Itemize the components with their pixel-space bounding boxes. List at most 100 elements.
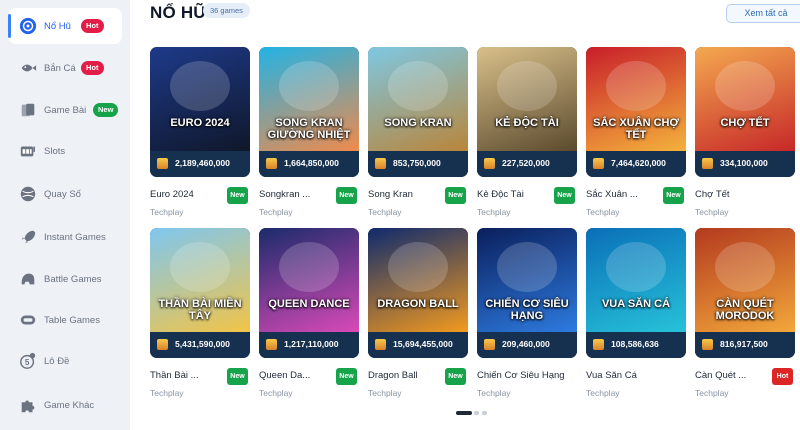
thumbnail-highlight: [279, 242, 339, 292]
game-provider: Techplay: [150, 207, 184, 217]
game-name[interactable]: Chiến Cơ Siêu Hạng: [477, 370, 565, 381]
jackpot-amount: 5,431,590,000: [175, 339, 230, 349]
game-thumbnail: CÀN QUÉT MORODOK: [695, 228, 795, 332]
section-title: NỔ HŨ: [150, 3, 206, 22]
game-provider: Techplay: [259, 388, 293, 398]
view-all-button[interactable]: Xem tất cả: [726, 4, 800, 23]
jackpot-chest-icon: [484, 158, 495, 169]
jackpot-chest-icon: [593, 339, 604, 350]
sidebar-item-label: Table Games: [44, 314, 100, 326]
sidebar-item-3[interactable]: Game Bài New: [8, 92, 122, 128]
game-name[interactable]: Càn Quét ...: [695, 370, 746, 381]
game-name[interactable]: Euro 2024: [150, 189, 194, 200]
game-logo-text: THẦN BÀI MIỀN TÂY: [158, 298, 242, 322]
game-name[interactable]: Songkran ...: [259, 189, 310, 200]
thumbnail-highlight: [388, 61, 448, 111]
new-tag: New: [554, 187, 575, 204]
thumbnail-highlight: [170, 242, 230, 292]
game-card[interactable]: KẺ ĐỘC TÀI 227,520,000: [477, 47, 577, 177]
game-name[interactable]: Dragon Ball: [368, 370, 418, 381]
jackpot-amount: 15,694,455,000: [393, 339, 453, 349]
sidebar-item-7[interactable]: Battle Games: [8, 261, 122, 297]
game-name[interactable]: Queen Da...: [259, 370, 310, 381]
sidebar-item-1[interactable]: Nổ Hũ Hot: [8, 8, 122, 44]
new-tag: New: [227, 368, 248, 385]
sidebar-item-label: Instant Games: [44, 231, 106, 243]
game-logo-text: CHIẾN CƠ SIÊU HẠNG: [485, 298, 569, 322]
jackpot-bar: 853,750,000: [368, 151, 468, 177]
jackpot-bar: 2,189,460,000: [150, 151, 250, 177]
sidebar-item-5[interactable]: Quay Số: [8, 176, 122, 212]
game-provider: Techplay: [586, 207, 620, 217]
new-tag: New: [336, 368, 357, 385]
sidebar-item-6[interactable]: Instant Games: [8, 219, 122, 255]
jackpot-chest-icon: [484, 339, 495, 350]
svg-text:5: 5: [25, 358, 30, 367]
sidebar-item-8[interactable]: Table Games: [8, 302, 122, 338]
game-card[interactable]: SONG KRAN 853,750,000: [368, 47, 468, 177]
jackpot-chest-icon: [702, 339, 713, 350]
game-thumbnail: SONG KRAN GIƯỜNG NHIỆT: [259, 47, 359, 151]
sidebar-item-2[interactable]: Bắn Cá Hot: [8, 50, 122, 86]
jackpot-chest-icon: [157, 339, 168, 350]
game-card[interactable]: SONG KRAN GIƯỜNG NHIỆT 1,664,850,000: [259, 47, 359, 177]
game-name[interactable]: Thần Bài ...: [150, 370, 199, 381]
game-card[interactable]: CHIẾN CƠ SIÊU HẠNG 209,460,000: [477, 228, 577, 358]
game-thumbnail: SONG KRAN: [368, 47, 468, 151]
sidebar-item-4[interactable]: Slots: [8, 133, 122, 169]
jackpot-amount: 2,189,460,000: [175, 158, 230, 168]
cards-icon: [18, 100, 38, 120]
sidebar-item-9[interactable]: 5 Lô Đề: [8, 343, 122, 379]
game-thumbnail: CHIẾN CƠ SIÊU HẠNG: [477, 228, 577, 332]
thumbnail-highlight: [606, 61, 666, 111]
sidebar-item-label: Game Bài: [44, 104, 87, 116]
jackpot-bar: 227,520,000: [477, 151, 577, 177]
jackpot-chest-icon: [375, 339, 386, 350]
game-thumbnail: VUA SĂN CÁ: [586, 228, 686, 332]
jackpot-amount: 7,464,620,000: [611, 158, 666, 168]
game-logo-text: QUEEN DANCE: [268, 298, 350, 310]
game-card[interactable]: VUA SĂN CÁ 108,586,636: [586, 228, 686, 358]
pagination-dot[interactable]: [482, 411, 487, 415]
thumbnail-highlight: [170, 61, 230, 111]
jackpot-amount: 1,217,110,000: [284, 339, 339, 349]
game-provider: Techplay: [477, 207, 511, 217]
game-card[interactable]: EURO 2024 2,189,460,000: [150, 47, 250, 177]
jackpot-bar: 15,694,455,000: [368, 332, 468, 358]
jackpot-chest-icon: [593, 158, 604, 169]
hot-badge: Hot: [81, 19, 104, 33]
table-icon: [18, 310, 38, 330]
game-logo-text: VUA SĂN CÁ: [601, 298, 671, 310]
game-card[interactable]: THẦN BÀI MIỀN TÂY 5,431,590,000: [150, 228, 250, 358]
game-name[interactable]: Song Kran: [368, 189, 413, 200]
jackpot-amount: 334,100,000: [720, 158, 768, 168]
game-thumbnail: THẦN BÀI MIỀN TÂY: [150, 228, 250, 332]
game-card[interactable]: SẮC XUÂN CHỢ TẾT 7,464,620,000: [586, 47, 686, 177]
game-name[interactable]: Chợ Tết: [695, 189, 730, 200]
game-provider: Techplay: [150, 388, 184, 398]
sidebar-item-10[interactable]: Game Khác: [8, 387, 122, 423]
game-card[interactable]: DRAGON BALL 15,694,455,000: [368, 228, 468, 358]
sidebar-item-label: Slots: [44, 145, 66, 157]
jackpot-amount: 1,664,850,000: [284, 158, 339, 168]
game-provider: Techplay: [368, 207, 402, 217]
game-thumbnail: CHỢ TẾT: [695, 47, 795, 151]
game-name[interactable]: Sắc Xuân ...: [586, 189, 638, 200]
game-provider: Techplay: [259, 207, 293, 217]
game-card[interactable]: CHỢ TẾT 334,100,000: [695, 47, 795, 177]
thumbnail-highlight: [388, 242, 448, 292]
game-card[interactable]: QUEEN DANCE 1,217,110,000: [259, 228, 359, 358]
pagination-dot[interactable]: [474, 411, 479, 415]
pagination-dot[interactable]: [456, 411, 472, 415]
jackpot-chest-icon: [266, 339, 277, 350]
sidebar-item-label: Bắn Cá: [44, 62, 76, 74]
jackpot-chest-icon: [157, 158, 168, 169]
rocket-icon: [18, 227, 38, 247]
game-name[interactable]: Kẻ Độc Tài: [477, 189, 524, 200]
jackpot-bar: 209,460,000: [477, 332, 577, 358]
game-logo-text: DRAGON BALL: [377, 298, 459, 310]
category-sidebar: Nổ Hũ Hot Bắn Cá Hot Game Bài New Slots Quay Số…: [0, 0, 130, 430]
game-card[interactable]: CÀN QUÉT MORODOK 816,917,500: [695, 228, 795, 358]
game-name[interactable]: Vua Săn Cá: [586, 370, 637, 381]
game-provider: Techplay: [477, 388, 511, 398]
